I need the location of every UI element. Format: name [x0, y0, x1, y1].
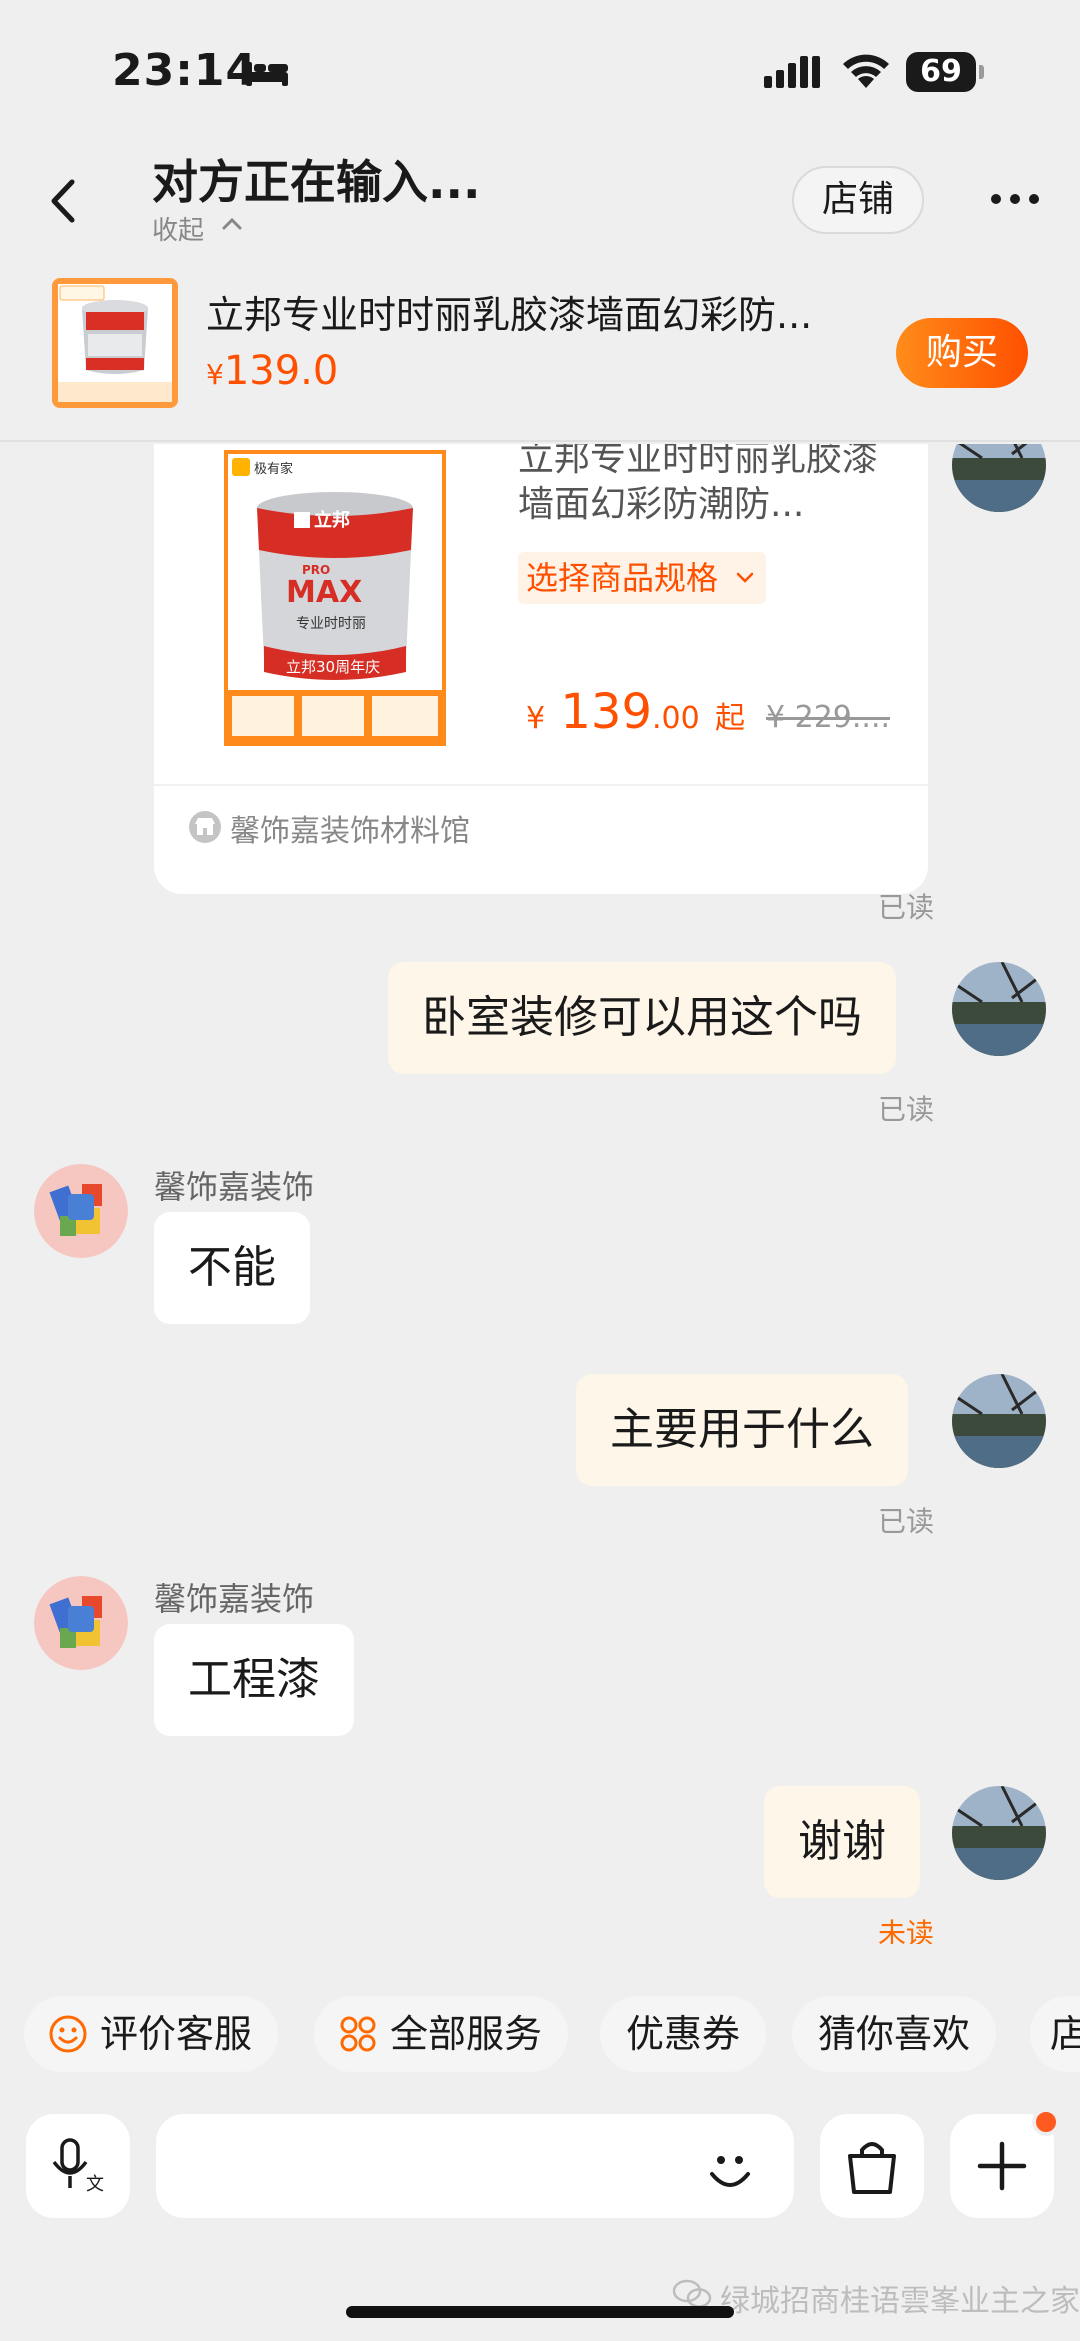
- card-currency: ¥: [526, 701, 546, 736]
- product-image[interactable]: 极有家 立邦 PRO MAX 专业时时丽 立邦30周年庆: [224, 450, 446, 746]
- product-bar[interactable]: 立邦专业时时丽乳胶漆墙面幻彩防... ¥139.0 购买: [0, 262, 1080, 442]
- quick-actions-bar[interactable]: 评价客服 全部服务 优惠券 猜你喜欢 店: [0, 1996, 1080, 2078]
- chat-header: 对方正在输入... 收起 店铺: [0, 140, 1080, 260]
- sender-name: 馨饰嘉装饰: [154, 1580, 315, 1618]
- max-label: MAX: [286, 575, 362, 610]
- select-spec-label: 选择商品规格: [526, 559, 719, 597]
- more-options-icon[interactable]: [990, 192, 1040, 206]
- original-price: ¥ 229....: [766, 700, 891, 735]
- card-product-title[interactable]: 立邦专业时时丽乳胶漆墙面幻彩防潮防...: [518, 444, 898, 528]
- rate-service-chip[interactable]: 评价客服: [24, 1996, 279, 2072]
- logo-label: 立邦: [314, 509, 350, 531]
- voice-translate-icon: 文: [52, 2138, 104, 2195]
- shop-avatar[interactable]: [34, 1164, 128, 1258]
- store-chip[interactable]: 店: [1030, 1996, 1080, 2072]
- anniversary-label: 立邦30周年庆: [286, 658, 380, 676]
- emoji-icon[interactable]: [704, 2144, 756, 2196]
- shop-name[interactable]: 馨饰嘉装饰材料馆: [230, 806, 470, 850]
- battery-indicator: 69: [906, 52, 984, 92]
- user-avatar[interactable]: [952, 1374, 1046, 1468]
- collapse-toggle[interactable]: 收起: [152, 210, 204, 247]
- cellular-signal-icon: [764, 56, 820, 88]
- card-price-suffix: 起: [714, 701, 745, 736]
- chip-label: 店: [1050, 2012, 1080, 2056]
- chip-label: 评价客服: [100, 2012, 253, 2056]
- message-bubble-outgoing[interactable]: 谢谢: [764, 1786, 920, 1898]
- shop-avatar[interactable]: [34, 1576, 128, 1670]
- input-bar: 文: [0, 2108, 1080, 2230]
- sleep-mode-icon: [246, 62, 288, 86]
- card-divider: [154, 784, 928, 786]
- sender-name: 馨饰嘉装饰: [154, 1168, 315, 1206]
- product-thumbnail[interactable]: [52, 278, 178, 408]
- voice-button[interactable]: 文: [26, 2114, 130, 2218]
- chat-messages[interactable]: 极有家 立邦 PRO MAX 专业时时丽 立邦30周年庆 立邦专业时时丽乳胶漆墙…: [0, 444, 1080, 1944]
- svg-text:文: 文: [86, 2174, 104, 2195]
- plus-icon: [977, 2141, 1027, 2191]
- read-status: 已读: [877, 1505, 934, 1538]
- unread-status: 未读: [877, 1917, 934, 1944]
- message-bubble-outgoing[interactable]: 主要用于什么: [576, 1374, 908, 1486]
- back-arrow-icon[interactable]: [44, 176, 84, 226]
- coupon-chip[interactable]: 优惠券: [600, 1996, 767, 2072]
- message-bubble-incoming[interactable]: 不能: [154, 1212, 310, 1324]
- card-price-dec: .00: [651, 701, 700, 736]
- buy-button[interactable]: 购买: [896, 318, 1028, 388]
- store-button[interactable]: 店铺: [792, 166, 924, 234]
- read-status: 已读: [877, 1093, 934, 1126]
- chevron-up-icon[interactable]: [220, 216, 244, 232]
- recommend-chip[interactable]: 猜你喜欢: [792, 1996, 997, 2072]
- shop-icon: [189, 811, 221, 843]
- currency-symbol: ¥: [206, 358, 224, 391]
- shopping-bag-icon: [848, 2142, 896, 2194]
- chevron-down-icon: [736, 572, 754, 583]
- watermark-text: 绿城招商桂语雲峯业主之家: [720, 2284, 1080, 2319]
- chip-label: 优惠券: [626, 2012, 741, 2056]
- shopping-bag-button[interactable]: [820, 2114, 924, 2218]
- card-price-int: 139: [560, 684, 652, 740]
- card-read-status: 已读: [877, 891, 934, 924]
- grid-icon: [340, 2016, 376, 2052]
- message-bubble-outgoing[interactable]: 卧室装修可以用这个吗: [388, 962, 896, 1074]
- wifi-icon: [843, 54, 889, 88]
- product-name-label: 专业时时丽: [296, 616, 366, 632]
- product-card[interactable]: 极有家 立邦 PRO MAX 专业时时丽 立邦30周年庆 立邦专业时时丽乳胶漆墙…: [154, 444, 928, 894]
- smile-icon: [49, 2015, 87, 2053]
- more-button[interactable]: [950, 2108, 1060, 2218]
- product-price: ¥139.0: [206, 348, 338, 394]
- home-indicator[interactable]: [346, 2306, 734, 2318]
- message-input[interactable]: [156, 2114, 794, 2218]
- select-spec-button[interactable]: 选择商品规格: [518, 552, 767, 604]
- chip-label: 全部服务: [390, 2012, 543, 2056]
- all-services-chip[interactable]: 全部服务: [314, 1996, 569, 2072]
- message-bubble-incoming[interactable]: 工程漆: [154, 1624, 354, 1736]
- card-price: ¥ 139.00 起: [526, 684, 745, 740]
- user-avatar[interactable]: [952, 962, 1046, 1056]
- user-avatar[interactable]: [952, 1786, 1046, 1880]
- notification-dot: [1032, 2108, 1060, 2136]
- product-title[interactable]: 立邦专业时时丽乳胶漆墙面幻彩防...: [206, 284, 866, 339]
- price-value: 139.0: [223, 348, 339, 394]
- chip-label: 猜你喜欢: [818, 2012, 971, 2056]
- status-bar: 23:14 69: [0, 0, 1080, 140]
- brand-label: 极有家: [254, 461, 293, 477]
- status-time: 23:14: [112, 45, 258, 96]
- user-avatar[interactable]: [952, 444, 1046, 512]
- page-title: 对方正在输入...: [152, 155, 481, 209]
